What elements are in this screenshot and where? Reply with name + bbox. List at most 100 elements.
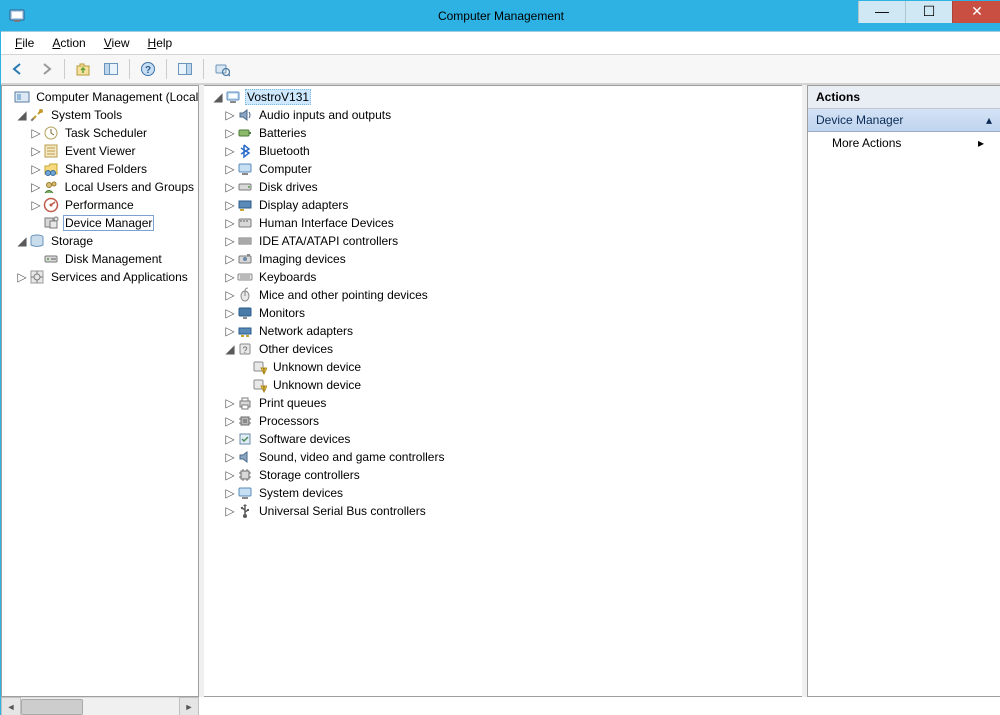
expand-icon[interactable]: ▷ [224,469,236,481]
forward-button[interactable] [33,57,59,81]
maximize-button[interactable]: ☐ [905,1,952,23]
expand-icon[interactable]: ▷ [224,487,236,499]
device-category[interactable]: ▷IDE ATA/ATAPI controllers [210,232,802,250]
device-category[interactable]: ▷Universal Serial Bus controllers [210,502,802,520]
device-category[interactable]: ▷Human Interface Devices [210,214,802,232]
device-root[interactable]: ◢ VostroV131 [210,88,802,106]
collapse-icon[interactable]: ◢ [212,91,224,103]
tree-shared-folders[interactable]: ▷ Shared Folders [2,160,198,178]
menu-action[interactable]: Action [44,34,93,52]
tree-device-manager[interactable]: ▷ Device Manager [2,214,198,232]
expand-icon[interactable]: ▷ [224,217,236,229]
tree-root[interactable]: ▷ Computer Management (Local [2,88,198,106]
collapse-arrow-icon[interactable]: ▴ [986,113,992,127]
device-category[interactable]: ▷System devices [210,484,802,502]
close-button[interactable]: ✕ [952,1,1000,23]
expand-icon[interactable]: ▷ [30,181,42,193]
expand-icon[interactable]: ▷ [224,451,236,463]
unknown-device-icon: ! [251,359,267,375]
device-category[interactable]: ▷Print queues [210,394,802,412]
device-category[interactable]: ▷Display adapters [210,196,802,214]
processor-icon [237,413,253,429]
expand-icon[interactable]: ▷ [224,397,236,409]
device-category[interactable]: ▷Mice and other pointing devices [210,286,802,304]
scroll-thumb[interactable] [21,699,83,715]
device-category[interactable]: ▷Computer [210,160,802,178]
expand-icon[interactable]: ▷ [16,271,28,283]
collapse-icon[interactable]: ◢ [16,235,28,247]
device-category[interactable]: ▷Monitors [210,304,802,322]
device-category[interactable]: ▷Sound, video and game controllers [210,448,802,466]
device-unknown[interactable]: ▷!Unknown device [210,376,802,394]
menu-file[interactable]: File [7,34,42,52]
menu-view[interactable]: View [96,34,138,52]
body-area: ▷ Computer Management (Local ◢ System To… [1,84,1000,697]
tree-storage[interactable]: ◢ Storage [2,232,198,250]
left-pane-hscrollbar[interactable]: ◄ ► [1,697,199,715]
device-other-devices[interactable]: ◢?Other devices [210,340,802,358]
expand-icon[interactable]: ▷ [30,163,42,175]
device-category[interactable]: ▷Storage controllers [210,466,802,484]
minimize-button[interactable]: — [858,1,905,23]
expand-icon[interactable]: ▷ [224,433,236,445]
device-category[interactable]: ▷Disk drives [210,178,802,196]
scroll-right-button[interactable]: ► [179,697,199,715]
expand-icon[interactable]: ▷ [224,199,236,211]
expand-icon[interactable]: ▷ [224,127,236,139]
toolbar-separator [129,59,130,79]
mouse-icon [237,287,253,303]
device-category[interactable]: ▷Bluetooth [210,142,802,160]
tree-local-users[interactable]: ▷ Local Users and Groups [2,178,198,196]
tree-task-scheduler[interactable]: ▷ Task Scheduler [2,124,198,142]
expand-icon[interactable]: ▷ [30,127,42,139]
expand-icon[interactable]: ▷ [224,181,236,193]
actions-section-header[interactable]: Device Manager ▴ [808,109,1000,132]
up-button[interactable] [70,57,96,81]
expand-icon[interactable]: ▷ [30,145,42,157]
back-button[interactable] [5,57,31,81]
tree-services-apps[interactable]: ▷ Services and Applications [2,268,198,286]
expand-icon[interactable]: ▷ [224,289,236,301]
expand-icon[interactable]: ▷ [224,307,236,319]
expand-icon[interactable]: ▷ [224,109,236,121]
device-category[interactable]: ▷Network adapters [210,322,802,340]
expand-icon[interactable]: ▷ [224,163,236,175]
collapse-icon[interactable]: ◢ [16,109,28,121]
device-category[interactable]: ▷Software devices [210,430,802,448]
titlebar[interactable]: Computer Management — ☐ ✕ [1,1,1000,32]
device-category[interactable]: ▷Processors [210,412,802,430]
device-category[interactable]: ▷Keyboards [210,268,802,286]
clock-icon [43,125,59,141]
device-manager-icon [43,215,59,231]
help-button[interactable]: ? [135,57,161,81]
expand-icon[interactable]: ▷ [224,415,236,427]
scroll-track[interactable] [21,698,179,715]
device-category[interactable]: ▷Audio inputs and outputs [210,106,802,124]
expand-icon[interactable]: ▷ [224,235,236,247]
tree-event-viewer[interactable]: ▷ Event Viewer [2,142,198,160]
device-unknown[interactable]: ▷!Unknown device [210,358,802,376]
expand-icon[interactable]: ▷ [224,325,236,337]
scroll-left-button[interactable]: ◄ [1,697,21,715]
menu-help[interactable]: Help [140,34,181,52]
expand-icon[interactable]: ▷ [224,145,236,157]
tree-disk-management[interactable]: ▷ Disk Management [2,250,198,268]
device-tree: ◢ VostroV131 ▷Audio inputs and outputs ▷… [204,86,802,522]
expand-icon[interactable]: ▷ [224,253,236,265]
expand-icon[interactable]: ▷ [224,271,236,283]
tools-icon [29,107,45,123]
tree-performance[interactable]: ▷ Performance [2,196,198,214]
collapse-icon[interactable]: ◢ [224,343,236,355]
software-device-icon [237,431,253,447]
action-more-actions[interactable]: More Actions ▸ [808,132,1000,154]
device-category[interactable]: ▷Batteries [210,124,802,142]
scan-hardware-button[interactable] [209,57,235,81]
device-tree-pane[interactable]: ◢ VostroV131 ▷Audio inputs and outputs ▷… [204,85,802,697]
expand-icon[interactable]: ▷ [30,199,42,211]
expand-icon[interactable]: ▷ [224,505,236,517]
console-tree-pane[interactable]: ▷ Computer Management (Local ◢ System To… [1,85,199,697]
show-hide-action-pane-button[interactable] [172,57,198,81]
device-category[interactable]: ▷Imaging devices [210,250,802,268]
show-hide-tree-button[interactable] [98,57,124,81]
tree-system-tools[interactable]: ◢ System Tools [2,106,198,124]
